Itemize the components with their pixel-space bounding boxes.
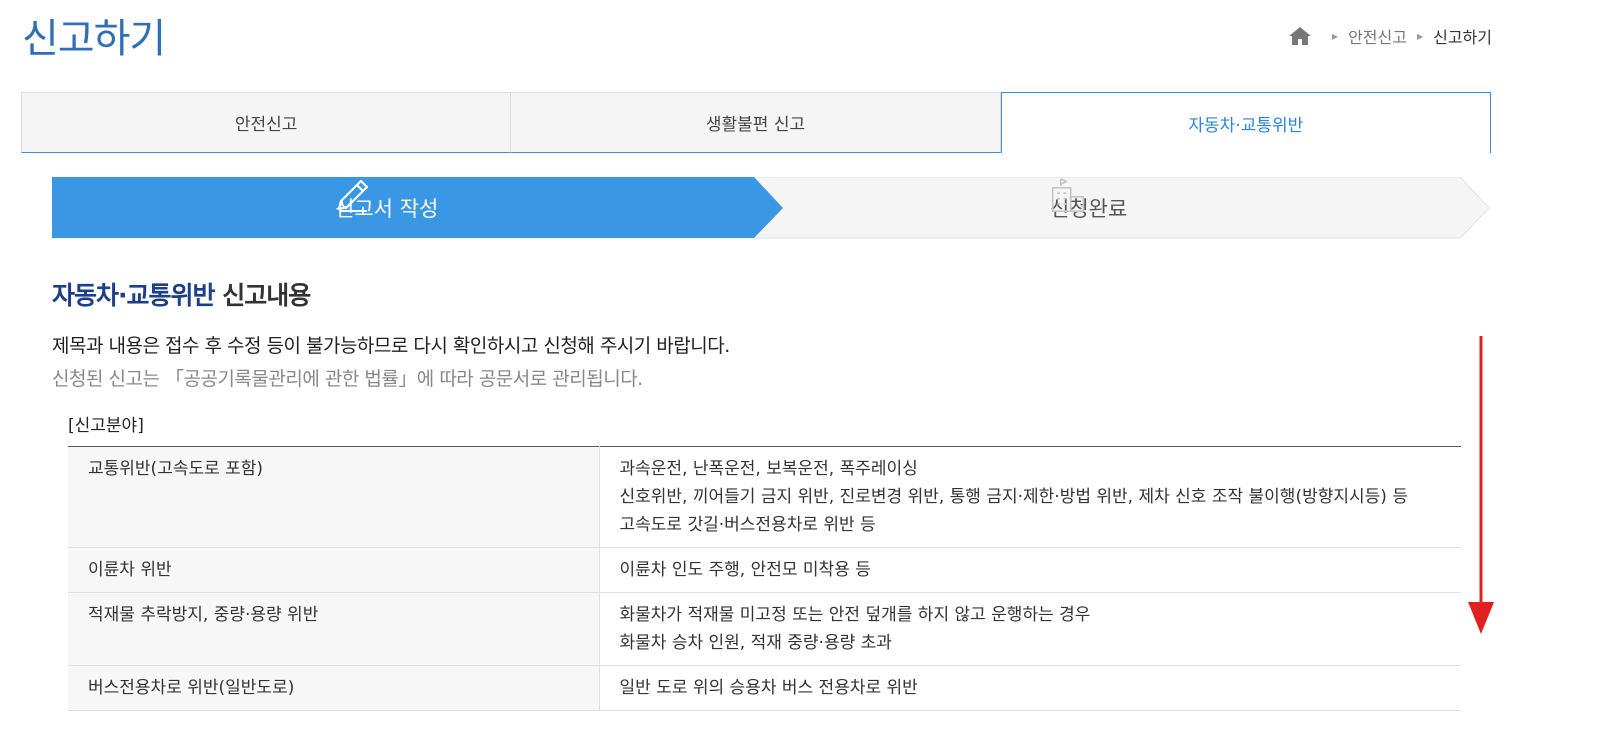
- breadcrumb-item-safety-report[interactable]: 안전신고: [1348, 24, 1407, 48]
- section-title-rest: 신고내용: [214, 281, 311, 310]
- tab-living-inconvenience[interactable]: 생활불편 신고: [511, 92, 1001, 153]
- notice-subtext: 신청된 신고는 「공공기록물관리에 관한 법률」에 따라 공문서로 관리됩니다.: [52, 368, 643, 390]
- category-details: 과속운전, 난폭운전, 보복운전, 폭주레이싱 신호위반, 끼어들기 금지 위반…: [599, 446, 1461, 548]
- category-detail-line: 화물차 승차 인원, 적재 중량·용량 초과: [619, 633, 892, 653]
- notice-text: 제목과 내용은 접수 후 수정 등이 불가능하므로 다시 확인하시고 신청해 주…: [52, 335, 730, 357]
- page-title: 신고하기: [22, 16, 166, 62]
- step-write-report: 신고서 작성: [335, 177, 438, 239]
- category-detail-line: 이륜차 인도 주행, 안전모 미착용 등: [619, 560, 871, 580]
- tab-safety-report[interactable]: 안전신고: [21, 92, 512, 153]
- progress-steps: 신고서 작성 신청완료: [52, 177, 1490, 239]
- breadcrumb-item-current: 신고하기: [1433, 28, 1492, 47]
- category-detail-line: 신호위반, 끼어들기 금지 위반, 진로변경 위반, 통행 금지·제한·방법 위…: [619, 487, 1408, 507]
- pencil-icon: [337, 179, 369, 212]
- category-detail-line: 고속도로 갓길·버스전용차로 위반 등: [619, 515, 876, 535]
- category-details: 화물차가 적재물 미고정 또는 안전 덮개를 하지 않고 운행하는 경우 화물차…: [599, 592, 1461, 666]
- category-details: 이륜차 인도 주행, 안전모 미착용 등: [599, 547, 1461, 593]
- tab-vehicle-traffic-violation[interactable]: 자동차·교통위반: [1000, 92, 1491, 153]
- category-name: 교통위반(고속도로 포함): [68, 446, 600, 548]
- section-title-accent: 자동차·교통위반: [52, 281, 215, 310]
- table-row: 이륜차 위반 이륜차 인도 주행, 안전모 미착용 등: [68, 547, 1461, 593]
- category-name: 적재물 추락방지, 중량·용량 위반: [68, 592, 600, 666]
- progress-steps-shapes: [52, 177, 1490, 239]
- breadcrumb-separator-icon: ▶: [1331, 31, 1339, 41]
- report-type-tabs: 안전신고 생활불편 신고 자동차·교통위반: [21, 92, 1491, 153]
- scroll-down-arrow-icon: [1468, 336, 1494, 634]
- category-details: 일반 도로 위의 승용차 버스 전용차로 위반: [599, 665, 1461, 711]
- table-row: 적재물 추락방지, 중량·용량 위반 화물차가 적재물 미고정 또는 안전 덮개…: [68, 592, 1461, 666]
- category-name: 이륜차 위반: [68, 547, 600, 593]
- category-detail-line: 과속운전, 난폭운전, 보복운전, 폭주레이싱: [619, 459, 918, 479]
- home-icon[interactable]: [1288, 26, 1312, 46]
- table-row: 교통위반(고속도로 포함) 과속운전, 난폭운전, 보복운전, 폭주레이싱 신호…: [68, 446, 1461, 548]
- breadcrumb: ▶ 안전신고 ▶ 신고하기: [1288, 24, 1492, 48]
- section-title: 자동차·교통위반 신고내용: [52, 276, 311, 312]
- category-name: 버스전용차로 위반(일반도로): [68, 665, 600, 711]
- table-row: 버스전용차로 위반(일반도로) 일반 도로 위의 승용차 버스 전용차로 위반: [68, 665, 1461, 711]
- category-table: 교통위반(고속도로 포함) 과속운전, 난폭운전, 보복운전, 폭주레이싱 신호…: [68, 446, 1461, 711]
- building-flag-icon: [1051, 178, 1085, 213]
- category-detail-line: 화물차가 적재물 미고정 또는 안전 덮개를 하지 않고 운행하는 경우: [619, 605, 1091, 625]
- breadcrumb-separator-icon: ▶: [1416, 31, 1424, 41]
- field-label-category: [신고분야]: [68, 416, 144, 436]
- category-detail-line: 일반 도로 위의 승용차 버스 전용차로 위반: [619, 678, 918, 698]
- step-complete: 신청완료: [1050, 177, 1127, 239]
